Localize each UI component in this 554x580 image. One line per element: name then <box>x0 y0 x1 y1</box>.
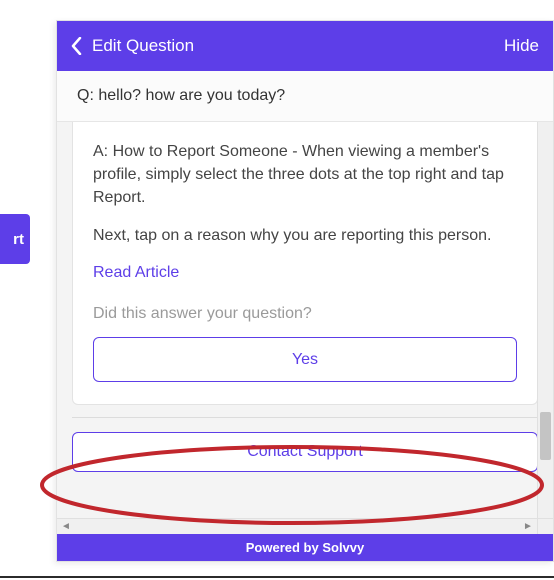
scroll-corner <box>537 518 553 534</box>
answer-card: A: How to Report Someone - When viewing … <box>72 122 538 405</box>
help-widget: Edit Question Hide Q: hello? how are you… <box>56 20 554 562</box>
yes-button-label: Yes <box>292 351 318 368</box>
page-bottom-border <box>0 576 554 578</box>
vertical-scrollbar[interactable] <box>537 122 553 518</box>
vertical-scroll-thumb[interactable] <box>540 412 551 460</box>
partial-support-button[interactable]: rt <box>0 214 30 264</box>
back-button[interactable]: Edit Question <box>71 36 194 56</box>
read-article-link[interactable]: Read Article <box>93 261 179 284</box>
hide-button[interactable]: Hide <box>504 36 539 56</box>
horizontal-scrollbar[interactable]: ◄ ► <box>57 518 537 534</box>
scroll-content: A: How to Report Someone - When viewing … <box>57 122 553 534</box>
footer-text: Powered by Solvvy <box>246 540 365 555</box>
answer-paragraph-1: A: How to Report Someone - When viewing … <box>93 140 517 210</box>
contact-support-label: Contact Support <box>247 443 363 460</box>
scroll-right-arrow-icon[interactable]: ► <box>523 522 533 532</box>
scroll-area: A: How to Report Someone - When viewing … <box>57 122 553 534</box>
widget-header: Edit Question Hide <box>57 21 553 71</box>
contact-support-button[interactable]: Contact Support <box>72 432 538 472</box>
question-text: hello? how are you today? <box>98 87 285 104</box>
did-answer-prompt: Did this answer your question? <box>93 302 517 325</box>
scroll-left-arrow-icon[interactable]: ◄ <box>61 522 71 532</box>
widget-footer: Powered by Solvvy <box>57 534 553 561</box>
chevron-left-icon <box>71 37 82 55</box>
question-prefix: Q: <box>77 87 94 104</box>
yes-button[interactable]: Yes <box>93 337 517 382</box>
partial-support-label: rt <box>13 231 24 248</box>
answer-paragraph-2: Next, tap on a reason why you are report… <box>93 224 517 247</box>
contact-support-section: Contact Support <box>57 418 553 488</box>
header-title: Edit Question <box>92 36 194 56</box>
question-bar: Q: hello? how are you today? <box>57 71 553 122</box>
